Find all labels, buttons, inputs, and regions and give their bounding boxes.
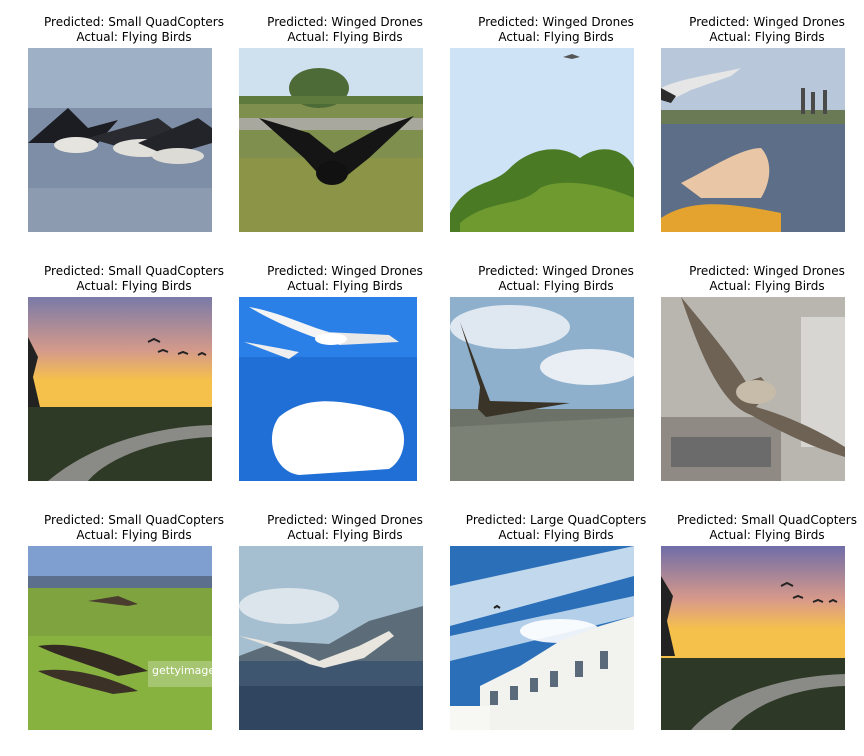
predicted-label: Predicted: Small QuadCopters [677,513,857,527]
bird-image [450,546,634,730]
bird-image [661,48,845,232]
bird-image [28,297,212,481]
bird-image [239,48,423,232]
bird-image [28,48,212,232]
bird-image [239,297,423,481]
bird-image [450,48,634,232]
actual-label: Actual: Flying Birds [709,528,825,542]
predicted-label: Predicted: Winged Drones [689,15,845,29]
watermark-text: gettyimages [152,664,212,677]
bird-image [450,297,634,481]
predicted-label: Predicted: Winged Drones [689,264,845,278]
bird-image: gettyimages [28,546,212,730]
bird-image [239,546,423,730]
bird-image [661,297,845,481]
cell-title: Predicted: Winged Drones Actual: Flying … [631,15,864,45]
actual-label: Actual: Flying Birds [709,30,825,44]
cell-title: Predicted: Small QuadCopters Actual: Fly… [631,513,864,543]
actual-label: Actual: Flying Birds [709,279,825,293]
cell-title: Predicted: Winged Drones Actual: Flying … [631,264,864,294]
prediction-grid: Predicted: Small QuadCopters Actual: Fly… [0,0,864,756]
bird-image [661,546,845,730]
